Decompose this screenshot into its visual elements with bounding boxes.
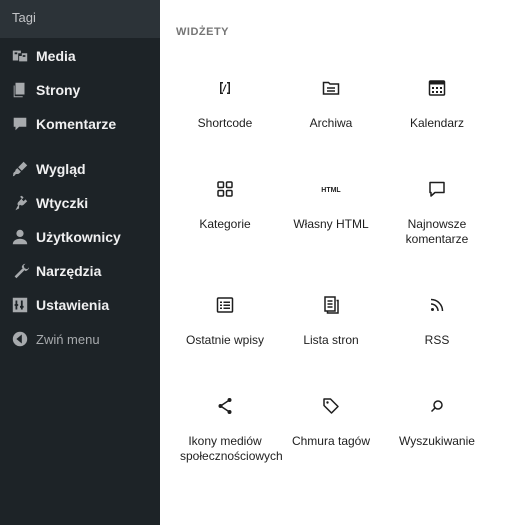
menu-item-label: Wtyczki [36, 195, 89, 211]
latest-comments-icon [425, 177, 449, 201]
menu-separator [0, 141, 160, 152]
menu-item-users[interactable]: Użytkownicy [0, 220, 160, 254]
block-label: Kategorie [199, 217, 251, 231]
block-rss[interactable]: RSS [384, 287, 490, 388]
menu-item-label: Narzędzia [36, 263, 102, 279]
calendar-icon [425, 76, 449, 100]
menu-item-label: Wygląd [36, 161, 86, 177]
menu-item-media[interactable]: Media [0, 39, 160, 73]
block-social-icons[interactable]: Ikony mediów społecznościowych [172, 388, 283, 508]
block-label: Kalendarz [409, 116, 465, 130]
shortcode-icon [213, 76, 237, 100]
block-custom-html[interactable]: HTML Własny HTML [278, 171, 384, 287]
tag-cloud-icon [319, 394, 343, 418]
menu-item-label: Ustawienia [36, 297, 110, 313]
comments-icon [10, 114, 30, 134]
users-icon [10, 227, 30, 247]
block-label: Chmura tagów [291, 434, 371, 448]
menu-item-label: Komentarze [36, 116, 117, 132]
latest-posts-icon [213, 293, 237, 317]
block-label: Ikony mediów społecznościowych [180, 434, 283, 463]
archive-icon [319, 76, 343, 100]
social-icons-icon [213, 394, 237, 418]
search-icon [425, 394, 449, 418]
block-latest-posts[interactable]: Ostatnie wpisy [172, 287, 278, 388]
menu-item-appearance[interactable]: Wygląd [0, 152, 160, 186]
media-icon [10, 46, 30, 66]
block-label: Własny HTML [293, 217, 369, 231]
block-archives[interactable]: Archiwa [278, 70, 384, 171]
block-categories[interactable]: Kategorie [172, 171, 278, 287]
menu-item-label: Media [36, 48, 76, 64]
block-label: Wyszukiwanie [399, 434, 475, 448]
collapse-menu-label: Zwiń menu [36, 331, 100, 347]
html-icon: HTML [319, 177, 343, 201]
block-label: Ostatnie wpisy [185, 333, 265, 347]
widget-blocks-grid: Shortcode Archiwa Kalendarz Kategorie HT… [172, 70, 510, 508]
menu-item-settings[interactable]: Ustawienia [0, 288, 160, 322]
block-label: RSS [424, 333, 450, 347]
block-latest-comments[interactable]: Najnowsze komentarze [384, 171, 490, 287]
widgets-category-title: WIDŻETY [176, 26, 229, 38]
admin-sidebar: Tagi Media Strony Komentarze Wygląd Wtyc… [0, 0, 160, 525]
collapse-menu-button[interactable]: Zwiń menu [0, 322, 160, 356]
menu-item-tools[interactable]: Narzędzia [0, 254, 160, 288]
block-label: Archiwa [309, 116, 353, 130]
pages-icon [10, 80, 30, 100]
block-label: Shortcode [197, 116, 253, 130]
tools-icon [10, 261, 30, 281]
block-tag-cloud[interactable]: Chmura tagów [278, 388, 384, 508]
html-icon-text: HTML [321, 187, 341, 194]
admin-menu: Media Strony Komentarze Wygląd Wtyczki U… [0, 39, 160, 356]
block-inserter-panel: WIDŻETY Shortcode Archiwa Kalendarz Kate… [160, 0, 510, 525]
submenu-item-tags[interactable]: Tagi [0, 0, 160, 38]
settings-icon [10, 295, 30, 315]
menu-item-label: Strony [36, 82, 81, 98]
categories-icon [213, 177, 237, 201]
rss-icon [425, 293, 449, 317]
appearance-icon [10, 159, 30, 179]
menu-item-label: Użytkownicy [36, 229, 121, 245]
block-search[interactable]: Wyszukiwanie [384, 388, 490, 508]
menu-item-plugins[interactable]: Wtyczki [0, 186, 160, 220]
collapse-arrow-icon [10, 329, 30, 349]
block-label: Najnowsze komentarze [405, 217, 469, 246]
block-calendar[interactable]: Kalendarz [384, 70, 490, 171]
block-label: Lista stron [303, 333, 359, 347]
block-shortcode[interactable]: Shortcode [172, 70, 278, 171]
page-list-icon [319, 293, 343, 317]
menu-item-comments[interactable]: Komentarze [0, 107, 160, 141]
menu-item-pages[interactable]: Strony [0, 73, 160, 107]
plugins-icon [10, 193, 30, 213]
block-page-list[interactable]: Lista stron [278, 287, 384, 388]
